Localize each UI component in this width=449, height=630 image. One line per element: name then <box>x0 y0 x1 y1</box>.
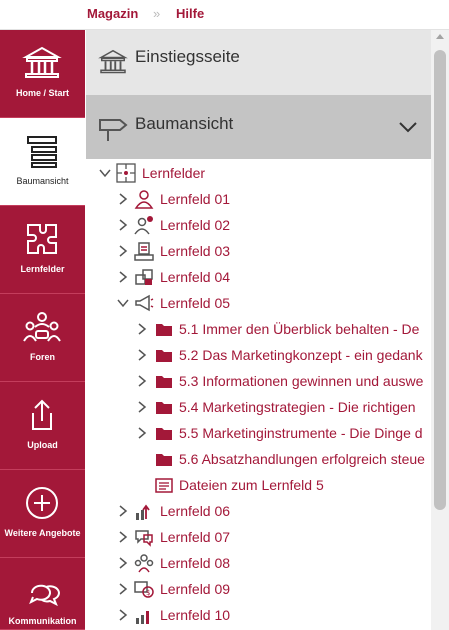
section-title: Baumansicht <box>135 114 234 133</box>
puzzle-icon <box>116 163 136 183</box>
section-title: Einstiegsseite <box>135 47 240 66</box>
chevron-down-icon[interactable] <box>99 167 111 179</box>
chevron-down-icon[interactable] <box>117 297 129 309</box>
scrollbar-thumb[interactable] <box>434 50 446 510</box>
chevron-right-icon[interactable] <box>117 193 129 205</box>
breadcrumb-separator: » <box>153 6 161 21</box>
forum-users-icon <box>23 312 61 342</box>
sidebar-item-label: Weitere Angebote <box>4 528 81 538</box>
sidebar-item-label: Upload <box>27 440 58 450</box>
breadcrumb-link-magazin[interactable]: Magazin <box>87 6 138 21</box>
money-icon: $ <box>134 581 154 598</box>
tree-item-label: Lernfeld 06 <box>160 503 231 519</box>
tree-view-icon <box>27 136 57 168</box>
chevron-right-icon[interactable] <box>136 375 148 387</box>
breadcrumb-link-hilfe[interactable]: Hilfe <box>176 6 204 21</box>
scrollbar[interactable] <box>431 30 449 630</box>
tree-view: Lernfelder Lernfeld 01 Lernfeld 02 Lernf… <box>86 161 431 630</box>
tree-item-label: Lernfeld 04 <box>160 269 231 285</box>
tree-item-label: Lernfeld 07 <box>160 529 231 545</box>
sidebar-item-label: Baumansicht <box>16 176 69 186</box>
chevron-down-icon[interactable] <box>399 121 417 133</box>
folder-icon <box>156 402 172 414</box>
chevron-right-icon[interactable] <box>117 271 129 283</box>
sidebar-item-foren[interactable]: Foren <box>0 294 85 382</box>
sidebar-item-weitere-angebote[interactable]: Weitere Angebote <box>0 470 85 558</box>
sidebar-item-label: Foren <box>29 352 55 362</box>
chevron-right-icon[interactable] <box>117 531 129 543</box>
folder-icon <box>156 454 172 466</box>
chevron-right-icon[interactable] <box>117 245 129 257</box>
tree-item-label: Lernfeld 08 <box>160 555 231 571</box>
megaphone-icon <box>135 294 154 312</box>
tree-item-label: 5.2 Das Marketingkonzept - ein gedank <box>179 347 423 363</box>
tree-item-label: Dateien zum Lernfeld 5 <box>179 477 324 493</box>
growth-icon <box>136 504 150 520</box>
tree-item-label: 5.6 Absatzhandlungen erfolgreich steue <box>179 451 425 467</box>
chevron-right-icon[interactable] <box>117 505 129 517</box>
sidebar-item-baumansicht[interactable]: Baumansicht <box>0 118 85 206</box>
tree-item-label: Lernfeld 01 <box>160 191 231 207</box>
section-baumansicht[interactable]: Baumansicht <box>86 95 431 159</box>
chevron-right-icon[interactable] <box>117 557 129 569</box>
folder-icon <box>156 428 172 440</box>
svg-text:$: $ <box>146 589 150 597</box>
tree-item-label: Lernfeld 03 <box>160 243 231 259</box>
chevron-right-icon[interactable] <box>117 609 129 621</box>
puzzle-icon <box>27 224 57 254</box>
section-einstiegsseite[interactable]: Einstiegsseite <box>86 30 431 95</box>
sidebar-item-label: Home / Start <box>15 88 69 98</box>
folder-icon <box>156 324 172 336</box>
tree-item-label: Lernfeld 09 <box>160 581 231 597</box>
folder-icon <box>156 350 172 362</box>
tree-item-label: Lernfelder <box>142 165 206 181</box>
chart-icon <box>136 611 149 624</box>
chevron-right-icon[interactable] <box>117 219 129 231</box>
sidebar-item-upload[interactable]: Upload <box>0 382 85 470</box>
main-panel: Einstiegsseite Baumansicht Lernfelder Le… <box>86 30 431 630</box>
sidebar-item-kommunikation[interactable]: Kommunikation <box>0 558 85 630</box>
tree-item-label: 5.3 Informationen gewinnen und auswe <box>179 373 424 389</box>
folder-icon <box>156 376 172 388</box>
tree-item-label: 5.1 Immer den Überblick behalten - De <box>179 321 420 337</box>
tree-item-label: 5.4 Marketingstrategien - Die richtigen <box>179 399 416 415</box>
sidebar-item-label: Lernfelder <box>20 264 65 274</box>
scroll-up-arrow-icon[interactable] <box>436 34 444 39</box>
sidebar-item-lernfelder[interactable]: Lernfelder <box>0 206 85 294</box>
tree-item-label: 5.5 Marketinginstrumente - Die Dinge d <box>179 425 423 441</box>
desk-icon <box>134 242 154 261</box>
home-icon <box>22 46 62 78</box>
files-icon <box>155 478 173 493</box>
upload-icon <box>32 399 52 430</box>
sidebar-item-home[interactable]: Home / Start <box>0 30 85 118</box>
chevron-right-icon[interactable] <box>136 401 148 413</box>
person-gear-icon <box>134 216 153 235</box>
plus-circle-icon <box>26 487 58 519</box>
sidebar: Home / Start Baumansicht Lernfelder Fore… <box>0 30 85 630</box>
tree-item-label: Lernfeld 02 <box>160 217 231 233</box>
boxes-icon <box>135 269 153 285</box>
chevron-right-icon[interactable] <box>136 323 148 335</box>
signpost-icon <box>99 119 128 141</box>
tree-item-label: Lernfeld 10 <box>160 607 231 623</box>
breadcrumb: Magazin » Hilfe <box>0 0 449 30</box>
chevron-right-icon[interactable] <box>136 349 148 361</box>
team-icon <box>134 554 154 573</box>
sidebar-item-label: Kommunikation <box>8 616 77 626</box>
chevron-right-icon[interactable] <box>117 583 129 595</box>
chevron-right-icon[interactable] <box>136 427 148 439</box>
home-icon <box>98 49 128 74</box>
speech-icon <box>135 530 153 547</box>
chat-bubbles-icon <box>29 584 60 607</box>
person-icon <box>134 190 154 209</box>
tree-item-label: Lernfeld 05 <box>160 295 231 311</box>
